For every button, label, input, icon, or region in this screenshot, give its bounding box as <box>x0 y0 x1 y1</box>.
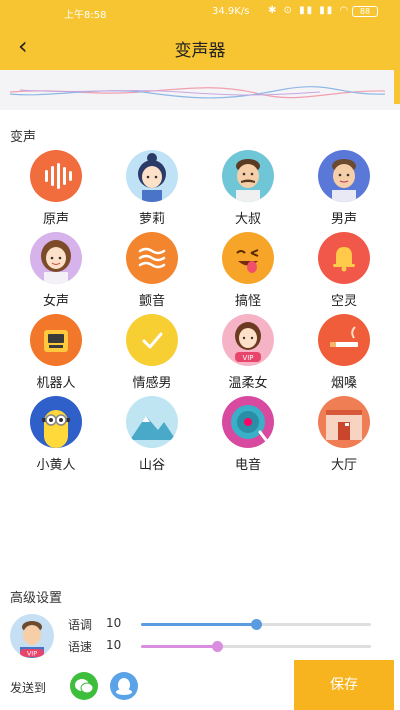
vip-badge: VIP <box>242 354 253 362</box>
speed-slider-thumb[interactable] <box>212 641 223 652</box>
pitch-slider-thumb[interactable] <box>251 619 262 630</box>
waveform-icon <box>9 70 400 104</box>
tremolo-waves-icon <box>126 232 178 284</box>
status-time: 上午8:58 <box>64 10 107 21</box>
effect-funny[interactable]: 搞怪 <box>200 232 296 312</box>
status-bar: 上午8:58 34.9K/s ✱ ⊙ ▮▮ ▮▮ ◠ 88 <box>0 0 400 24</box>
effect-label: 烟嗓 <box>330 376 357 391</box>
effect-label: 搞怪 <box>234 294 261 309</box>
vip-badge: VIP <box>27 650 37 658</box>
status-icons: ✱ ⊙ ▮▮ ▮▮ ◠ <box>268 5 351 16</box>
effect-label: 颤音 <box>138 294 165 309</box>
uncle-avatar-icon <box>222 150 274 202</box>
effect-label: 小黄人 <box>36 458 76 473</box>
waveform-icon <box>30 150 82 202</box>
effect-tremolo[interactable]: 颤音 <box>104 232 200 312</box>
cigarette-icon <box>318 314 370 366</box>
speed-slider-fill <box>141 645 217 648</box>
effect-uncle[interactable]: 大叔 <box>200 150 296 230</box>
pitch-slider-fill <box>141 623 256 626</box>
avatar: VIP <box>10 614 54 658</box>
effect-gentle-female[interactable]: VIP 温柔女 <box>200 314 296 394</box>
effect-label: 原声 <box>42 212 69 227</box>
effect-label: 机器人 <box>36 376 76 391</box>
effect-ethereal[interactable]: 空灵 <box>296 232 392 312</box>
effect-label: 空灵 <box>330 294 357 309</box>
battery-icon: 88 <box>352 6 378 17</box>
effect-minion[interactable]: 小黄人 <box>8 396 104 476</box>
qq-icon <box>116 678 132 695</box>
effect-robot[interactable]: 机器人 <box>8 314 104 394</box>
speed-slider[interactable] <box>141 641 371 652</box>
effect-label: 电音 <box>234 458 261 473</box>
network-speed: 34.9K/s <box>212 6 250 17</box>
man-avatar-icon <box>318 150 370 202</box>
page-title: 变声器 <box>174 41 226 61</box>
speed-value: 10 <box>106 638 122 652</box>
app-header: ‹ 变声器 <box>0 24 400 70</box>
effect-label: 萝莉 <box>138 212 165 227</box>
vinyl-disc-icon <box>222 396 274 448</box>
bell-icon <box>318 232 370 284</box>
pitch-label: 语调 <box>68 618 93 632</box>
effect-label: 温柔女 <box>228 376 268 391</box>
wechat-icon <box>75 679 94 694</box>
wechat-share-button[interactable] <box>70 672 98 700</box>
save-button[interactable]: 保存 <box>294 660 394 710</box>
hall-icon <box>318 396 370 448</box>
effect-original[interactable]: 原声 <box>8 150 104 230</box>
effect-smoky[interactable]: 烟嗓 <box>296 314 392 394</box>
effect-label: 男声 <box>330 212 357 227</box>
speed-label: 语速 <box>68 640 93 654</box>
effect-male[interactable]: 男声 <box>296 150 392 230</box>
effect-valley[interactable]: 山谷 <box>104 396 200 476</box>
effect-label: 女声 <box>42 294 69 309</box>
pitch-slider-row: 语调 10 <box>68 614 378 634</box>
effect-electronic[interactable]: 电音 <box>200 396 296 476</box>
gentle-woman-vip-icon: VIP <box>222 314 274 366</box>
waveform-display <box>0 70 400 110</box>
effect-hall[interactable]: 大厅 <box>296 396 392 476</box>
speed-slider-row: 语速 10 <box>68 636 378 656</box>
minion-icon <box>30 396 82 448</box>
mountain-icon <box>126 396 178 448</box>
funny-face-icon <box>222 232 274 284</box>
check-icon <box>126 314 178 366</box>
man-avatar-vip-icon: VIP <box>20 621 44 658</box>
pitch-slider[interactable] <box>141 619 371 630</box>
section-label-advanced: 高级设置 <box>10 591 63 606</box>
robot-icon <box>30 314 82 366</box>
pitch-value: 10 <box>106 616 122 630</box>
effect-label: 大厅 <box>330 458 357 473</box>
woman-avatar-icon <box>30 232 82 284</box>
effect-female[interactable]: 女声 <box>8 232 104 312</box>
girl-avatar-icon <box>126 150 178 202</box>
effect-loli[interactable]: 萝莉 <box>104 150 200 230</box>
effect-label: 大叔 <box>234 212 261 227</box>
section-label-voice: 变声 <box>10 130 37 145</box>
effect-label: 情感男 <box>132 376 172 391</box>
send-to-label: 发送到 <box>10 681 47 695</box>
effect-emotional-male[interactable]: 情感男 <box>104 314 200 394</box>
qq-share-button[interactable] <box>110 672 138 700</box>
effect-label: 山谷 <box>138 458 165 473</box>
